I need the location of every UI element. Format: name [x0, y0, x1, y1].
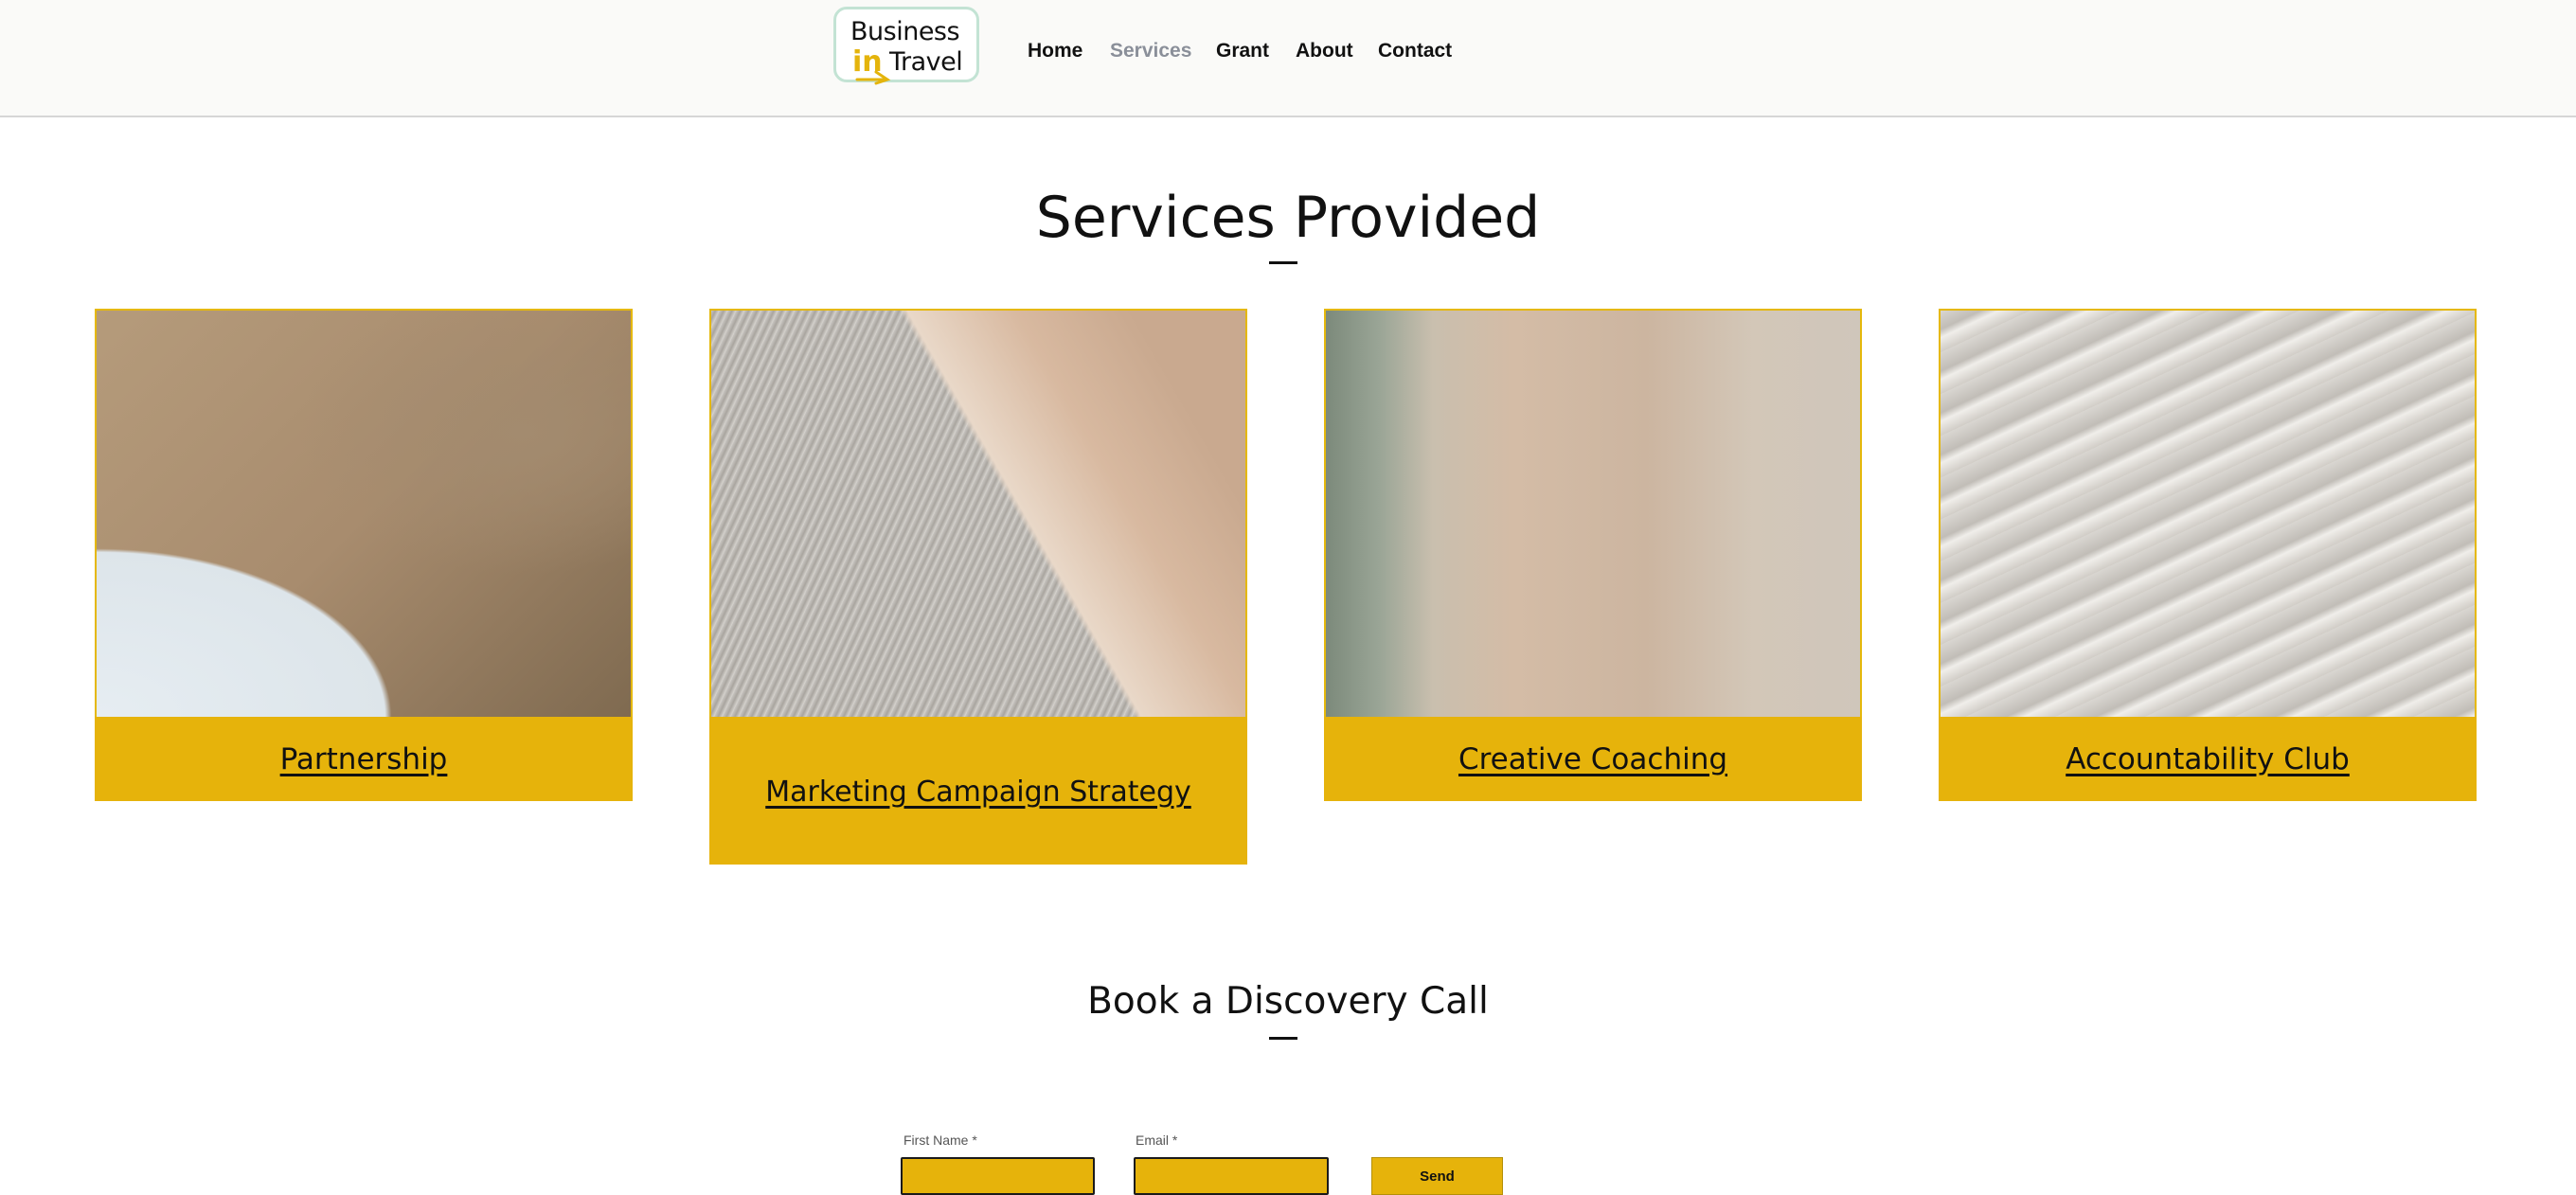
service-band: Creative Coaching [1324, 717, 1862, 801]
email-input[interactable] [1134, 1157, 1329, 1195]
service-card-accountability[interactable]: Accountability Club [1939, 309, 2477, 801]
service-link-accountability[interactable]: Accountability Club [2066, 742, 2350, 776]
service-image-creative-coaching[interactable] [1324, 309, 1862, 717]
service-link-creative-coaching[interactable]: Creative Coaching [1458, 742, 1727, 776]
send-button[interactable]: Send [1371, 1157, 1503, 1195]
service-image-partnership[interactable] [95, 309, 633, 717]
service-band: Partnership [95, 717, 633, 801]
service-image-marketing[interactable] [709, 309, 1247, 717]
service-image-accountability[interactable] [1939, 309, 2477, 717]
site-header: Business in Travel Home Services Grant A… [0, 0, 2576, 117]
booking-title: Book a Discovery Call [1087, 980, 1489, 1023]
brand-logo[interactable]: Business in Travel [833, 7, 979, 85]
service-link-marketing[interactable]: Marketing Campaign Strategy [765, 776, 1191, 809]
nav-home[interactable]: Home [1028, 40, 1082, 62]
service-card-partnership[interactable]: Partnership [95, 309, 633, 801]
plane-icon [855, 70, 891, 85]
nav-contact[interactable]: Contact [1378, 40, 1452, 62]
nav-grant[interactable]: Grant [1216, 40, 1269, 62]
service-link-partnership[interactable]: Partnership [280, 742, 448, 776]
service-card-marketing[interactable]: Marketing Campaign Strategy [709, 309, 1247, 865]
first-name-label: First Name * [903, 1133, 977, 1148]
nav-about[interactable]: About [1296, 40, 1353, 62]
logo-word-business: Business [850, 17, 960, 46]
email-label: Email * [1136, 1133, 1178, 1148]
service-band: Marketing Campaign Strategy [709, 717, 1247, 865]
nav-services[interactable]: Services [1110, 40, 1191, 62]
logo-word-travel: Travel [889, 47, 963, 77]
booking-divider [1269, 1037, 1297, 1040]
services-title: Services Provided [1035, 185, 1541, 251]
title-divider [1269, 261, 1297, 264]
service-band: Accountability Club [1939, 717, 2477, 801]
first-name-input[interactable] [901, 1157, 1095, 1195]
service-card-creative-coaching[interactable]: Creative Coaching [1324, 309, 1862, 801]
